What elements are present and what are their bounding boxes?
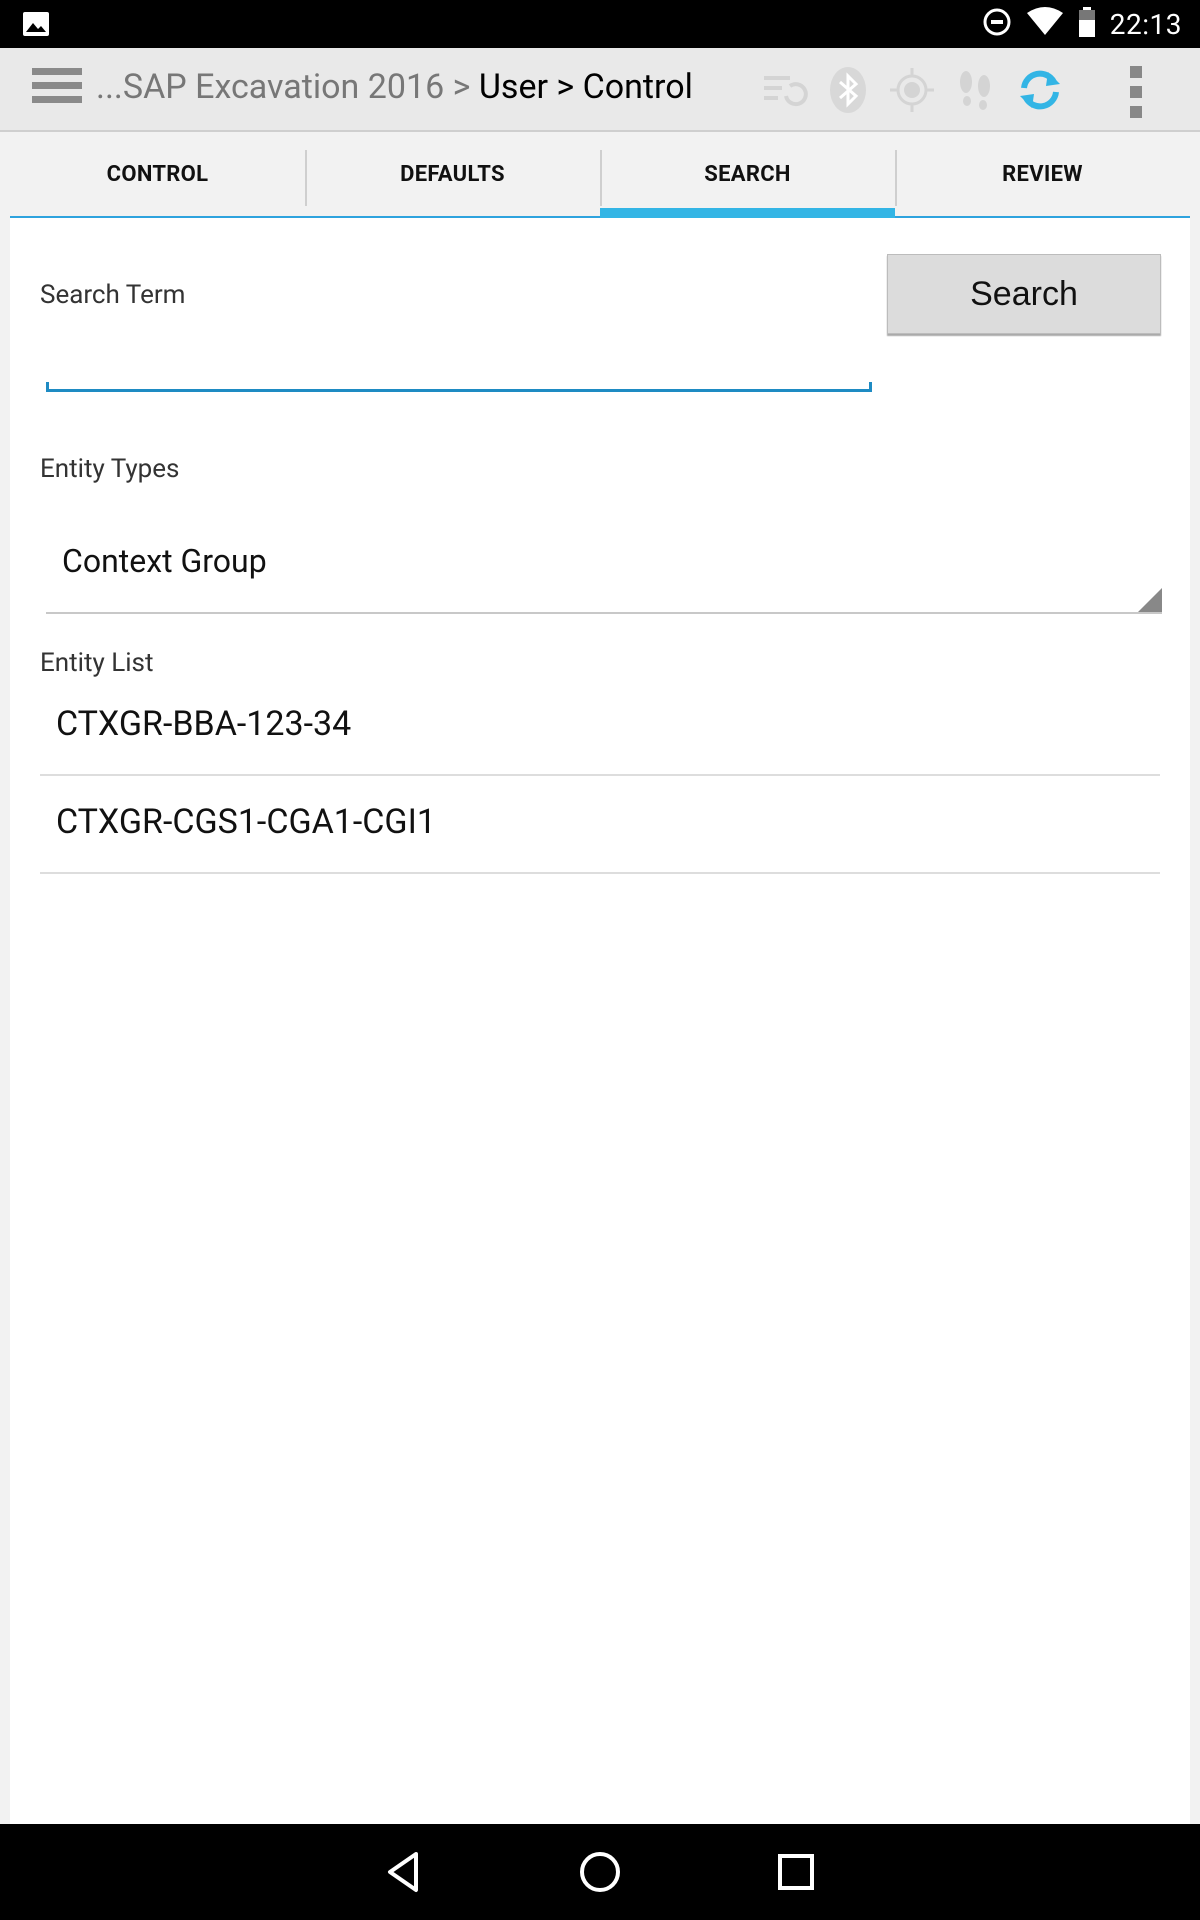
search-term-field[interactable] [46, 310, 872, 392]
tab-review[interactable]: REVIEW [895, 132, 1190, 216]
entity-type-selected: Context Group [62, 542, 267, 580]
tab-defaults[interactable]: DEFAULTS [305, 132, 600, 216]
search-term-input[interactable] [46, 310, 872, 392]
tab-bar: CONTROL DEFAULTS SEARCH REVIEW [10, 132, 1190, 218]
breadcrumb-current: User > Control [478, 67, 693, 107]
sync-list-icon[interactable] [760, 66, 808, 114]
list-item[interactable]: CTXGR-BBA-123-34 [40, 678, 1160, 776]
search-button[interactable]: Search [887, 254, 1161, 334]
search-term-label: Search Term [40, 280, 186, 310]
entity-list-label: Entity List [40, 648, 154, 678]
recents-icon[interactable] [772, 1848, 820, 1896]
wifi-icon [1026, 7, 1064, 41]
entity-list-item-label: CTXGR-BBA-123-34 [56, 704, 352, 744]
entity-types-dropdown[interactable]: Context Group [46, 510, 1162, 614]
search-panel: Search Term Search Entity Types Context … [10, 218, 1190, 1824]
entity-types-label: Entity Types [40, 454, 180, 484]
entity-list-item-label: CTXGR-CGS1-CGA1-CGI1 [56, 802, 436, 842]
status-bar: 22:13 [0, 0, 1200, 48]
tab-control[interactable]: CONTROL [10, 132, 305, 216]
clock: 22:13 [1109, 7, 1182, 41]
home-icon[interactable] [576, 1848, 624, 1896]
breadcrumb-prefix: ...SAP Excavation 2016 > [96, 67, 479, 107]
battery-icon [1078, 7, 1096, 41]
bluetooth-icon[interactable] [824, 66, 872, 114]
refresh-icon[interactable] [1016, 66, 1064, 114]
list-item[interactable]: CTXGR-CGS1-CGA1-CGI1 [40, 776, 1160, 874]
menu-icon[interactable] [32, 68, 82, 110]
navigation-bar [0, 1824, 1200, 1920]
gps-target-icon[interactable] [888, 66, 936, 114]
footsteps-icon[interactable] [952, 66, 1000, 114]
tab-search[interactable]: SEARCH [600, 132, 895, 218]
page-title: ...SAP Excavation 2016 > User > Control [96, 67, 693, 107]
dropdown-arrow-icon [1138, 588, 1162, 612]
image-notification-icon [22, 11, 50, 41]
do-not-disturb-icon [982, 7, 1012, 41]
back-icon[interactable] [380, 1848, 428, 1896]
action-bar: ...SAP Excavation 2016 > User > Control [0, 48, 1200, 132]
overflow-menu-icon[interactable] [1112, 66, 1160, 118]
